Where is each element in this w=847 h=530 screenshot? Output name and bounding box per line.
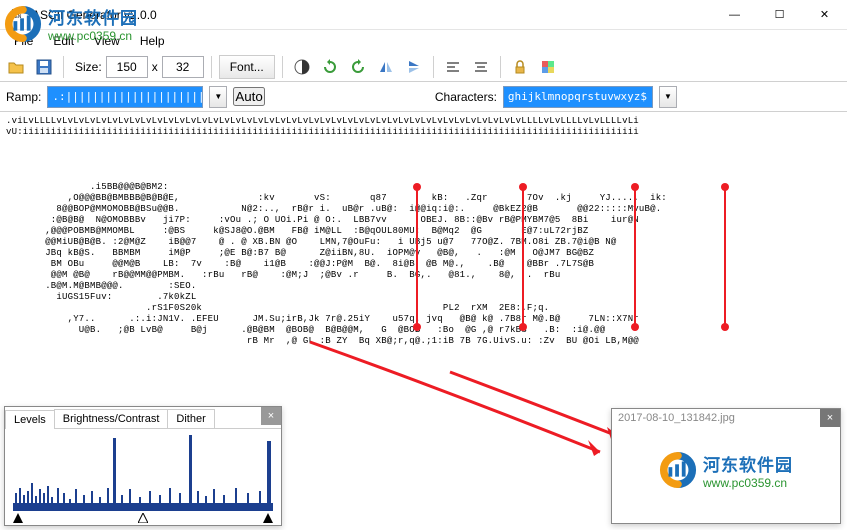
align-center-icon[interactable] bbox=[469, 55, 493, 79]
font-button[interactable]: Font... bbox=[219, 55, 275, 79]
annotation-line bbox=[522, 187, 524, 327]
levels-panel: × Levels Brightness/Contrast Dither bbox=[4, 406, 282, 526]
width-input[interactable] bbox=[106, 56, 148, 78]
annotation-dot bbox=[631, 323, 639, 331]
flip-horizontal-icon[interactable] bbox=[374, 55, 398, 79]
ramp-input[interactable]: .:||||||||||||||||||||||||||||||||||| bbox=[47, 86, 203, 108]
annotation-line bbox=[634, 187, 636, 327]
toolbar: Size: x Font... bbox=[0, 52, 847, 82]
ascii-output-area[interactable]: .viLvLLLLvLvLvLvLvLvLvLvLvLvLvLvLvLvLvLv… bbox=[0, 112, 847, 530]
save-icon[interactable] bbox=[32, 55, 56, 79]
annotation-dot bbox=[631, 183, 639, 191]
ascii-text: .viLvLLLLvLvLvLvLvLvLvLvLvLvLvLvLvLvLvLv… bbox=[0, 112, 847, 351]
annotation-dot bbox=[721, 183, 729, 191]
characters-dropdown-icon[interactable]: ▼ bbox=[659, 86, 677, 108]
annotation-dot bbox=[519, 183, 527, 191]
annotation-line bbox=[724, 187, 726, 327]
toolbar-separator bbox=[211, 56, 212, 78]
blackwhite-icon[interactable] bbox=[290, 55, 314, 79]
logo-icon bbox=[659, 451, 697, 489]
rotate-right-icon[interactable] bbox=[346, 55, 370, 79]
open-file-icon[interactable] bbox=[4, 55, 28, 79]
annotation-dot bbox=[721, 323, 729, 331]
characters-label: Characters: bbox=[435, 90, 497, 104]
panel-close-button[interactable]: × bbox=[820, 409, 840, 427]
annotation-line bbox=[416, 187, 418, 327]
minimize-button[interactable]: — bbox=[712, 0, 757, 30]
toolbar-separator bbox=[433, 56, 434, 78]
preview-image: 河东软件园 www.pc0359.cn bbox=[620, 431, 832, 509]
close-button[interactable]: ✕ bbox=[802, 0, 847, 30]
height-input[interactable] bbox=[162, 56, 204, 78]
logo-text-cn: 河东软件园 bbox=[48, 4, 138, 29]
auto-button[interactable]: Auto bbox=[233, 87, 264, 106]
logo-text-cn: 河东软件园 bbox=[703, 451, 793, 476]
preview-filename: 2017-08-10_131842.jpg bbox=[612, 409, 840, 427]
size-label: Size: bbox=[75, 60, 102, 74]
ramp-label: Ramp: bbox=[6, 90, 41, 104]
annotation-arrow bbox=[440, 362, 640, 452]
tab-brightness-contrast[interactable]: Brightness/Contrast bbox=[54, 409, 169, 428]
annotation-dot bbox=[413, 183, 421, 191]
toolbar-separator bbox=[63, 56, 64, 78]
flip-vertical-icon[interactable] bbox=[402, 55, 426, 79]
characters-input[interactable]: ghijklmnopqrstuvwxyz$ bbox=[503, 86, 653, 108]
tab-dither[interactable]: Dither bbox=[167, 409, 214, 428]
toolbar-separator bbox=[282, 56, 283, 78]
logo-text-url: www.pc0359.cn bbox=[48, 29, 138, 43]
annotation-dot bbox=[519, 323, 527, 331]
palette-icon[interactable] bbox=[536, 55, 560, 79]
annotation-arrow bbox=[300, 332, 630, 472]
watermark-overlay: 河东软件园 www.pc0359.cn bbox=[4, 4, 138, 43]
preview-panel: × 2017-08-10_131842.jpg 河东软件园 www.pc0359… bbox=[611, 408, 841, 524]
rotate-left-icon[interactable] bbox=[318, 55, 342, 79]
logo-text-url: www.pc0359.cn bbox=[703, 476, 793, 490]
annotation-dot bbox=[413, 323, 421, 331]
align-left-icon[interactable] bbox=[441, 55, 465, 79]
tab-levels[interactable]: Levels bbox=[5, 410, 55, 429]
histogram bbox=[13, 433, 273, 511]
logo-icon bbox=[4, 5, 42, 43]
lock-icon[interactable] bbox=[508, 55, 532, 79]
toolbar-separator bbox=[500, 56, 501, 78]
maximize-button[interactable]: ☐ bbox=[757, 0, 802, 30]
panel-close-button[interactable]: × bbox=[261, 407, 281, 425]
ramp-bar: Ramp: .:||||||||||||||||||||||||||||||||… bbox=[0, 82, 847, 112]
ramp-dropdown-icon[interactable]: ▼ bbox=[209, 86, 227, 108]
level-sliders[interactable] bbox=[13, 511, 273, 523]
size-sep: x bbox=[152, 60, 158, 74]
